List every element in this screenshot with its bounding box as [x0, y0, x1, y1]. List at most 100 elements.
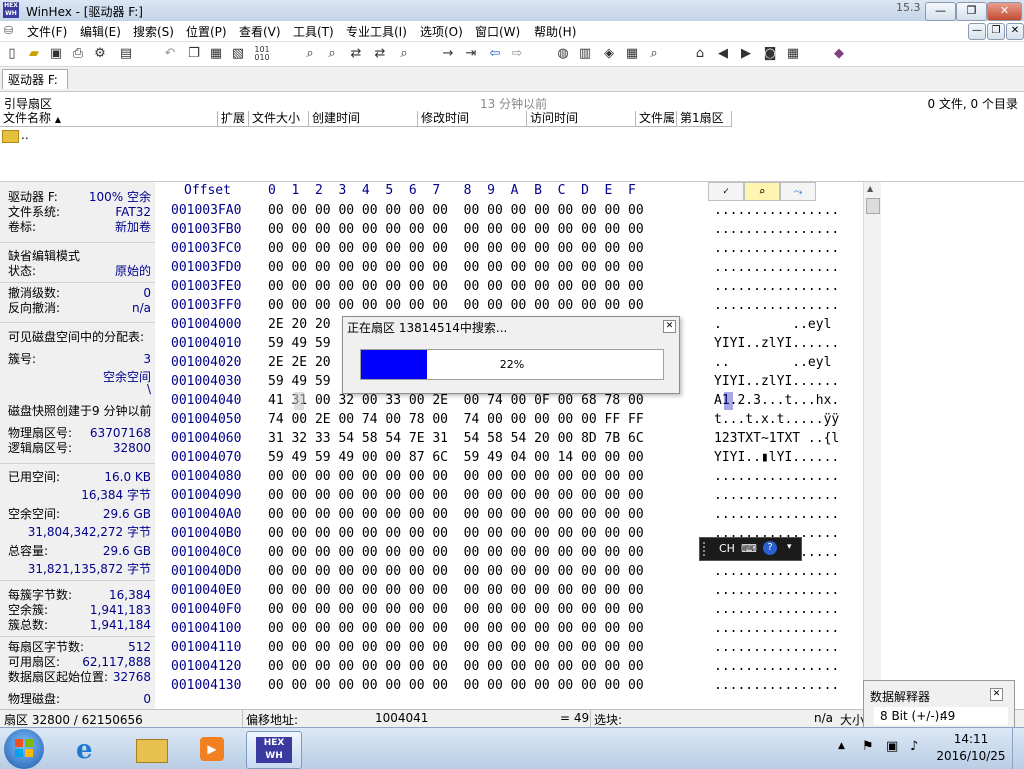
text-row[interactable]: ................: [714, 600, 839, 619]
drive-menu-icon[interactable]: ⛁: [4, 24, 18, 37]
camera-icon[interactable]: ◙: [762, 46, 778, 62]
inner-restore-button[interactable]: ❐: [987, 23, 1005, 40]
hex-row[interactable]: 00 00 00 00 00 00 00 00 00 00 00 00 00 0…: [268, 201, 644, 220]
col-filesize[interactable]: 文件大小: [249, 111, 309, 127]
hex-row[interactable]: 00 00 00 00 00 00 00 00 00 00 00 00 00 0…: [268, 657, 644, 676]
hex-area[interactable]: 00 00 00 00 00 00 00 00 00 00 00 00 00 0…: [262, 201, 708, 709]
hex-row[interactable]: 00 00 00 00 00 00 00 00 00 00 00 00 00 0…: [268, 676, 644, 695]
hex-row[interactable]: 00 00 00 00 00 00 00 00 00 00 00 00 00 0…: [268, 296, 644, 315]
interpreter-close-icon[interactable]: ✕: [990, 688, 1003, 701]
hex-row[interactable]: 00 00 00 00 00 00 00 00 00 00 00 00 00 0…: [268, 581, 644, 600]
hex-row[interactable]: 59 49 59 49 00 00 87 6C 59 49 04 00 14 0…: [268, 448, 644, 467]
clock-time[interactable]: 14:11: [940, 732, 1002, 746]
disk-clone-icon[interactable]: ◈: [601, 46, 617, 62]
explorer-taskbar-button[interactable]: [124, 731, 178, 767]
text-row[interactable]: ................: [714, 239, 839, 258]
options-arrow-icon[interactable]: ▾: [787, 542, 792, 552]
text-row[interactable]: YIYI..▮lYI......: [714, 448, 839, 467]
dialog-close-icon[interactable]: ✕: [663, 320, 676, 333]
text-row[interactable]: . ..eyl: [714, 315, 831, 334]
goto-sector-icon[interactable]: ⇥: [463, 46, 479, 62]
menu-tools[interactable]: 工具(T): [293, 23, 334, 40]
text-row[interactable]: ................: [714, 467, 839, 486]
minimize-button[interactable]: —: [925, 2, 956, 21]
next-icon[interactable]: ▶: [738, 46, 754, 62]
table-icon[interactable]: ▦: [785, 46, 801, 62]
col-created[interactable]: 创建时间: [309, 111, 418, 127]
inner-minimize-button[interactable]: —: [968, 23, 986, 40]
text-row[interactable]: ................: [714, 581, 839, 600]
col-accessed[interactable]: 访问时间: [527, 111, 636, 127]
clock-date[interactable]: 2016/10/25: [936, 749, 1006, 763]
paste-write-icon[interactable]: ▧: [230, 46, 246, 62]
menu-position[interactable]: 位置(P): [186, 23, 227, 40]
text-row[interactable]: ................: [714, 486, 839, 505]
text-row[interactable]: ................: [714, 220, 839, 239]
text-row[interactable]: t...t.x.t.....ÿÿ: [714, 410, 839, 429]
back-icon[interactable]: ⇦: [487, 46, 503, 62]
vertical-scrollbar[interactable]: ▲: [863, 182, 881, 709]
template-view-icon[interactable]: ⤳: [780, 182, 816, 201]
close-button[interactable]: ✕: [987, 2, 1022, 21]
replace-hex-icon[interactable]: ⇄: [372, 46, 388, 62]
copy-icon[interactable]: ❐: [186, 46, 202, 62]
ime-lang[interactable]: CH: [719, 542, 735, 555]
hash-icon[interactable]: ⌕: [646, 46, 662, 62]
open-folder-icon[interactable]: ▰: [26, 46, 42, 62]
scroll-up-icon[interactable]: ▲: [867, 184, 873, 193]
scroll-thumb[interactable]: [866, 198, 880, 214]
col-modified[interactable]: 修改时间: [418, 111, 527, 127]
open-disk-icon[interactable]: ▤: [118, 46, 134, 62]
undo-icon[interactable]: ↶: [162, 46, 178, 62]
hex-row[interactable]: 00 00 00 00 00 00 00 00 00 00 00 00 00 0…: [268, 638, 644, 657]
menu-file[interactable]: 文件(F): [27, 23, 67, 40]
disk-editor-icon[interactable]: ◍: [555, 46, 571, 62]
menu-options[interactable]: 选项(O): [420, 23, 463, 40]
hex-row[interactable]: 00 00 00 00 00 00 00 00 00 00 00 00 00 0…: [268, 524, 644, 543]
menu-view[interactable]: 查看(V): [239, 23, 281, 40]
hex-row[interactable]: 00 00 00 00 00 00 00 00 00 00 00 00 00 0…: [268, 600, 644, 619]
col-attributes[interactable]: 文件属性: [636, 111, 677, 127]
text-row[interactable]: ................: [714, 676, 839, 695]
text-row[interactable]: .. ..eyl: [714, 353, 831, 372]
search-view-icon[interactable]: ⌕: [744, 182, 780, 201]
save-icon[interactable]: ▣: [48, 46, 64, 62]
hex-row[interactable]: 31 32 33 54 58 54 7E 31 54 58 54 20 00 8…: [268, 429, 644, 448]
inner-close-button[interactable]: ✕: [1006, 23, 1024, 40]
col-filename[interactable]: 文件名称 ▲: [0, 111, 218, 127]
help-icon[interactable]: ?: [763, 541, 777, 555]
drag-handle-icon[interactable]: [703, 542, 709, 556]
text-row[interactable]: ................: [714, 296, 839, 315]
goto-offset-icon[interactable]: →: [440, 46, 456, 62]
find-text-icon[interactable]: ⌕: [302, 46, 318, 62]
maximize-button[interactable]: ❐: [956, 2, 987, 21]
start-button[interactable]: [4, 729, 44, 769]
paste-icon[interactable]: ▦: [208, 46, 224, 62]
menu-search[interactable]: 搜索(S): [133, 23, 174, 40]
replace-text-icon[interactable]: ⇄: [348, 46, 364, 62]
menu-edit[interactable]: 编辑(E): [80, 23, 121, 40]
list-item[interactable]: ..: [2, 128, 232, 144]
book-icon[interactable]: ◆: [831, 46, 847, 62]
find-next-icon[interactable]: ⌕: [396, 46, 412, 62]
col-first-sector[interactable]: 第1扇区: [677, 111, 732, 127]
text-row[interactable]: YIYI..zlYI......: [714, 334, 839, 353]
text-row[interactable]: YIYI..zlYI......: [714, 372, 839, 391]
text-row[interactable]: ................: [714, 258, 839, 277]
hex-row[interactable]: 00 00 00 00 00 00 00 00 00 00 00 00 00 0…: [268, 277, 644, 296]
hex-row[interactable]: 00 00 00 00 00 00 00 00 00 00 00 00 00 0…: [268, 258, 644, 277]
text-area[interactable]: ........................................…: [708, 201, 863, 709]
hex-row[interactable]: 00 00 00 00 00 00 00 00 00 00 00 00 00 0…: [268, 220, 644, 239]
hex-row[interactable]: 00 00 00 00 00 00 00 00 00 00 00 00 00 0…: [268, 505, 644, 524]
show-desktop-button[interactable]: [1012, 728, 1024, 769]
flag-icon[interactable]: ⚑: [862, 739, 874, 754]
text-row[interactable]: ................: [714, 619, 839, 638]
hex-row[interactable]: 00 00 00 00 00 00 00 00 00 00 00 00 00 0…: [268, 467, 644, 486]
hex-row[interactable]: 00 00 00 00 00 00 00 00 00 00 00 00 00 0…: [268, 486, 644, 505]
text-row[interactable]: ................: [714, 638, 839, 657]
binary-icon[interactable]: 101 010: [254, 46, 270, 62]
volume-icon[interactable]: ♪: [910, 739, 918, 754]
text-row[interactable]: ................: [714, 277, 839, 296]
forward-icon[interactable]: ⇨: [509, 46, 525, 62]
text-row[interactable]: 123TXT~1TXT ..{l: [714, 429, 839, 448]
